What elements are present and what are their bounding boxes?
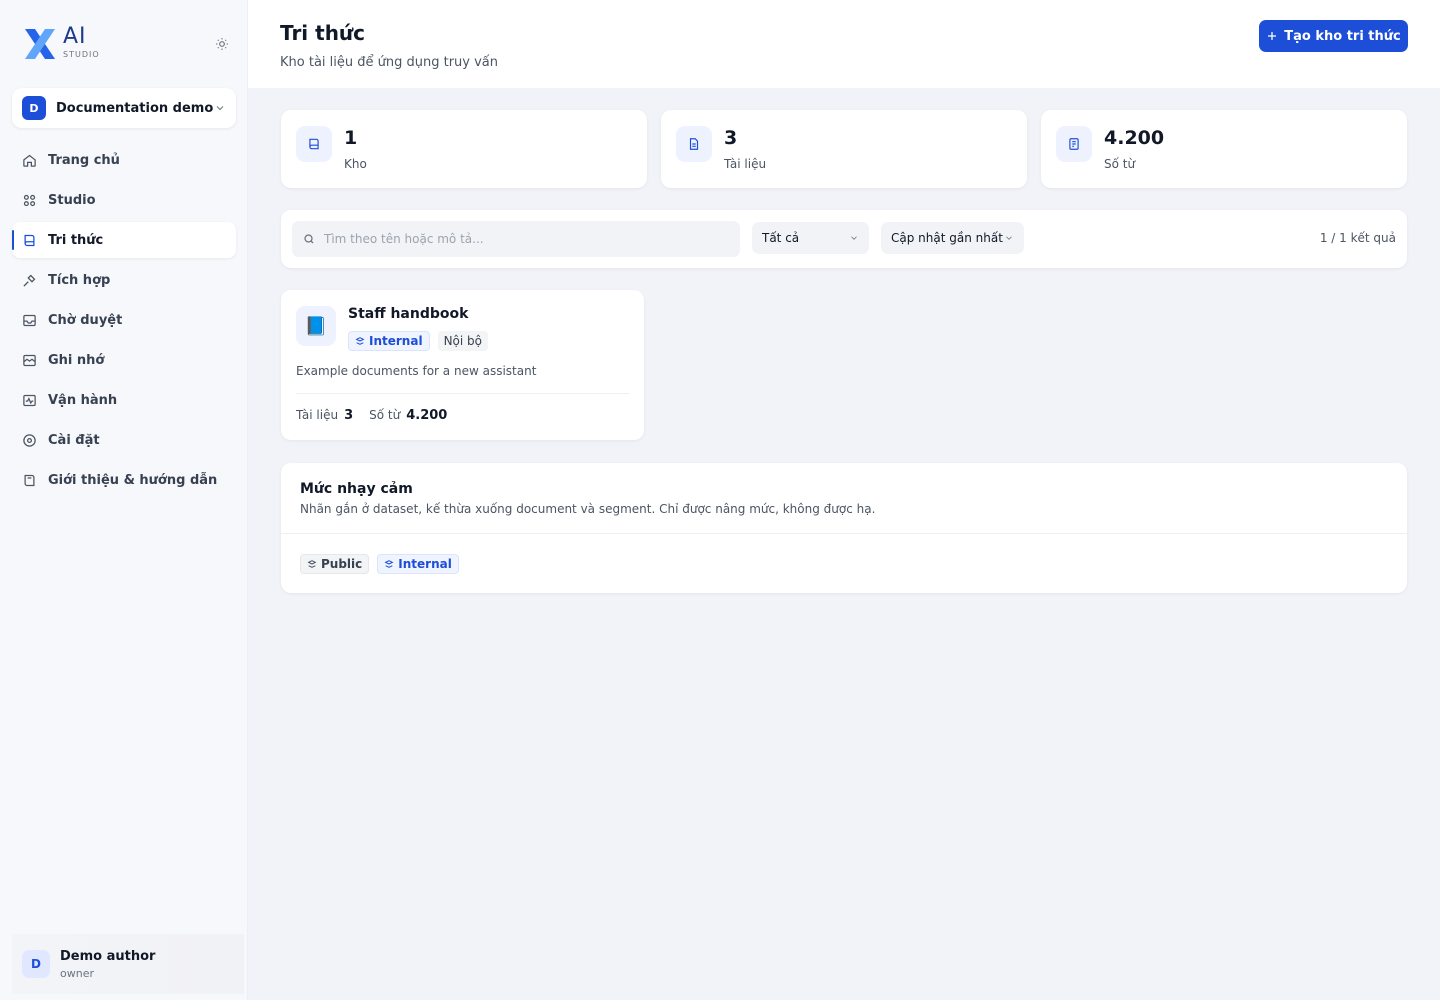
workspace-switcher[interactable]: D Documentation demo: [12, 88, 236, 128]
docs-value: 3: [344, 408, 354, 423]
home-icon: [23, 154, 36, 167]
level-label: Public: [321, 557, 363, 571]
search-box[interactable]: [292, 221, 740, 257]
brand-name: AI: [63, 24, 87, 49]
grid-icon: [23, 194, 36, 206]
sidebar-item-settings[interactable]: Cài đặt: [12, 422, 236, 458]
sidebar-item-studio[interactable]: Studio: [12, 182, 236, 218]
sidebar-item-knowledge[interactable]: Tri thức: [12, 222, 236, 258]
layers-icon: [355, 337, 365, 345]
sun-icon: [216, 38, 228, 50]
divider: [281, 533, 1407, 534]
chevron-down-icon: [216, 106, 224, 111]
guide-icon: [24, 474, 35, 486]
result-count: 1 / 1 kết quả: [1319, 231, 1396, 245]
settings-icon: [23, 433, 36, 447]
user-role: owner: [60, 966, 94, 980]
sidebar-item-label: Tri thức: [48, 232, 104, 248]
stat-icon: [676, 126, 712, 162]
type-filter-select[interactable]: Tất cả: [752, 222, 869, 254]
sidebar-item-label: Giới thiệu & hướng dẫn: [48, 472, 218, 488]
page-subtitle: Kho tài liệu để ứng dụng truy vấn: [280, 55, 499, 70]
words-value: 4.200: [406, 408, 448, 423]
theme-toggle-button[interactable]: [212, 34, 232, 54]
layers-icon: [384, 560, 394, 568]
dataset-stats: Tài liệu 3 Số từ 4.200: [296, 408, 463, 423]
stat-card-documents: 3 Tài liệu: [661, 110, 1027, 188]
plus-icon: [1268, 32, 1277, 40]
layers-icon: [307, 560, 317, 568]
book-icon: [309, 138, 319, 150]
dataset-description: Example documents for a new assistant: [296, 364, 537, 378]
sensitivity-level-public: Public: [300, 554, 370, 574]
x-logo-icon: [25, 29, 55, 59]
search-icon: [304, 234, 314, 244]
avatar: D: [22, 950, 50, 978]
stat-icon: [1056, 126, 1092, 162]
docs-label: Tài liệu: [296, 408, 339, 422]
dataset-book-icon: 📘: [296, 306, 336, 346]
sidebar-item-label: Tích hợp: [48, 272, 111, 288]
inbox-icon: [23, 314, 36, 326]
sidebar-item-memory[interactable]: Ghi nhớ: [12, 342, 236, 378]
brand-subtitle: STUDIO: [63, 50, 100, 59]
type-filter-value: Tất cả: [762, 231, 800, 245]
sidebar-item-home[interactable]: Trang chủ: [12, 142, 236, 178]
chevron-down-icon: [851, 236, 857, 240]
stat-value: 4.200: [1104, 127, 1165, 149]
sidebar-item-label: Chờ duyệt: [48, 312, 123, 328]
brand-logo[interactable]: AI STUDIO: [22, 24, 112, 62]
page-header: Tri thức Kho tài liệu để ứng dụng truy v…: [248, 0, 1440, 88]
memory-icon: [23, 354, 36, 366]
create-knowledge-label: Tạo kho tri thức: [1284, 28, 1401, 44]
document-icon: [689, 138, 699, 150]
stat-card-datasets: 1 Kho: [281, 110, 647, 188]
sidebar: AI STUDIO D Documentation demo Trang chủ…: [0, 0, 248, 1000]
words-icon: [1069, 138, 1079, 150]
activity-icon: [23, 394, 36, 406]
integration-icon: [23, 274, 36, 287]
sensitivity-label: Internal: [369, 334, 423, 348]
chevron-down-icon: [1006, 236, 1012, 240]
sidebar-item-integrations[interactable]: Tích hợp: [12, 262, 236, 298]
stat-label: Kho: [344, 157, 367, 171]
workspace-name: Documentation demo: [56, 100, 214, 116]
stat-value: 1: [344, 127, 358, 149]
words-label: Số từ: [369, 408, 401, 422]
sensitivity-title: Mức nhạy cảm: [300, 481, 413, 497]
scope-badge: Nội bộ: [437, 331, 488, 351]
stat-card-words: 4.200 Số từ: [1041, 110, 1407, 188]
sort-select[interactable]: Cập nhật gần nhất: [881, 222, 1024, 254]
sidebar-item-label: Cài đặt: [48, 432, 100, 448]
workspace-avatar: D: [22, 96, 46, 120]
sidebar-item-label: Ghi nhớ: [48, 352, 105, 368]
sidebar-item-guide[interactable]: Giới thiệu & hướng dẫn: [12, 462, 236, 498]
stat-value: 3: [724, 127, 738, 149]
sidebar-nav: Trang chủ Studio Tri thức Tích hợp Chờ d…: [12, 142, 236, 502]
user-profile[interactable]: D Demo author owner: [12, 934, 244, 994]
level-label: Internal: [398, 557, 452, 571]
search-input[interactable]: [324, 232, 724, 246]
book-icon: [24, 234, 35, 246]
sidebar-item-label: Studio: [48, 192, 96, 208]
stat-icon: [296, 126, 332, 162]
sidebar-item-label: Vận hành: [48, 392, 118, 408]
divider: [296, 393, 629, 394]
sidebar-item-label: Trang chủ: [48, 152, 120, 168]
sensitivity-badge: Internal: [348, 331, 430, 351]
sidebar-item-pending[interactable]: Chờ duyệt: [12, 302, 236, 338]
page-title: Tri thức: [280, 21, 366, 45]
sort-value: Cập nhật gần nhất: [891, 231, 1003, 245]
create-knowledge-button[interactable]: Tạo kho tri thức: [1259, 20, 1408, 52]
stat-label: Tài liệu: [724, 157, 767, 171]
sensitivity-level-internal: Internal: [377, 554, 459, 574]
dataset-card[interactable]: 📘 Staff handbook Internal Nội bộ Example…: [281, 290, 644, 440]
sidebar-item-operations[interactable]: Vận hành: [12, 382, 236, 418]
sensitivity-panel: Mức nhạy cảm Nhãn gắn ở dataset, kế thừa…: [281, 463, 1407, 593]
stat-label: Số từ: [1104, 157, 1136, 171]
dataset-name: Staff handbook: [348, 306, 469, 322]
filter-bar: Tất cả Cập nhật gần nhất 1 / 1 kết quả: [281, 210, 1407, 268]
user-name: Demo author: [60, 948, 156, 964]
sensitivity-description: Nhãn gắn ở dataset, kế thừa xuống docume…: [300, 502, 876, 516]
